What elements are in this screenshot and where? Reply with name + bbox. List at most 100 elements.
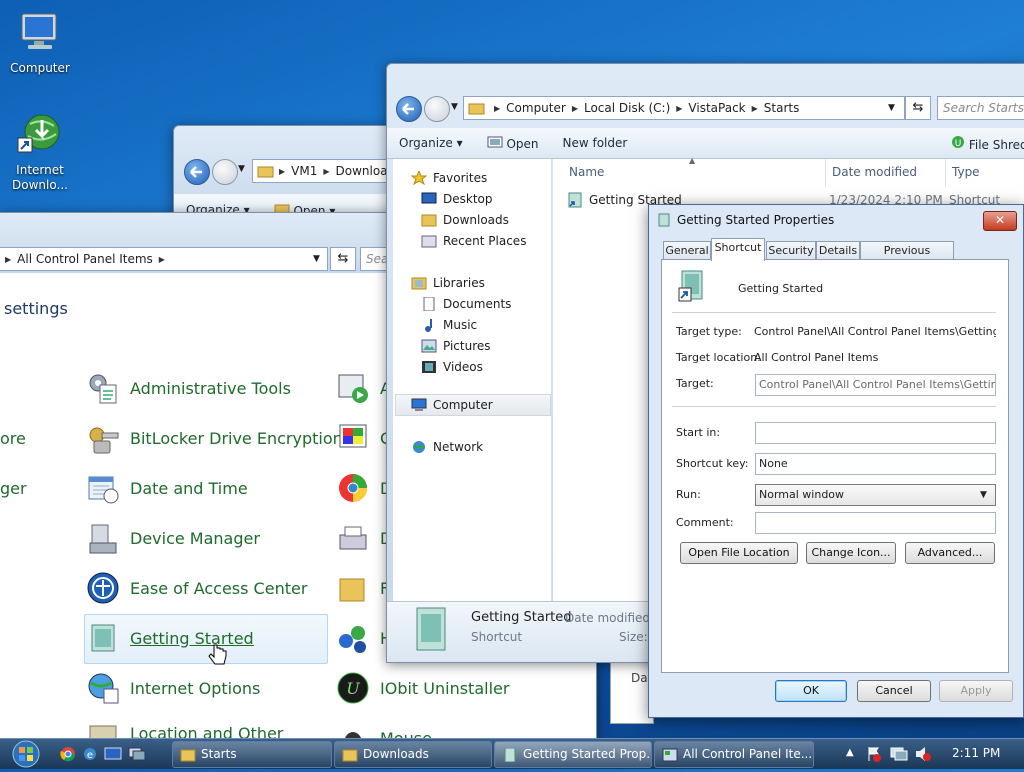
nav-computer[interactable]: Computer bbox=[411, 398, 493, 412]
cp-item-getting-started[interactable]: Getting Started bbox=[86, 621, 254, 655]
column-header-date[interactable]: Date modified bbox=[832, 165, 917, 179]
action-center-flag-icon[interactable] bbox=[866, 746, 882, 762]
desktop-icon-computer[interactable]: Computer bbox=[0, 10, 80, 75]
tab-shortcut[interactable]: Shortcut bbox=[711, 238, 765, 261]
cp-item-date-and-time[interactable]: Date and Time bbox=[86, 471, 248, 505]
cp-item-right-1[interactable]: A bbox=[336, 371, 391, 405]
nav-music[interactable]: Music bbox=[421, 318, 477, 332]
network-status-icon[interactable] bbox=[890, 746, 908, 762]
organize-button[interactable]: Organize ▾ bbox=[399, 136, 463, 150]
show-hidden-icons-icon[interactable]: ▲ bbox=[846, 747, 854, 758]
refresh-button[interactable]: ⇆ bbox=[905, 96, 931, 120]
taskbar-item-control-panel[interactable]: All Control Panel Ite... bbox=[654, 741, 814, 768]
tab-security[interactable]: Security bbox=[766, 241, 816, 260]
clock[interactable]: 2:11 PM bbox=[952, 746, 1000, 760]
nav-pictures[interactable]: Pictures bbox=[421, 339, 491, 353]
apply-button[interactable]: Apply bbox=[939, 680, 1013, 702]
taskbar-item-properties[interactable]: Getting Started Prop... bbox=[494, 741, 652, 768]
chrome-icon[interactable] bbox=[60, 746, 76, 762]
cancel-button[interactable]: Cancel bbox=[857, 680, 931, 702]
nav-documents[interactable]: Documents bbox=[421, 297, 511, 311]
breadcrumb-downloads[interactable]: Downloa bbox=[336, 164, 388, 178]
cp-item-right-5[interactable]: F bbox=[336, 571, 389, 605]
breadcrumb-vm1[interactable]: VM1 bbox=[291, 164, 317, 178]
address-bar[interactable]: ▶ All Control Panel Items ▶ ▼ bbox=[0, 247, 328, 271]
ease-of-access-icon bbox=[87, 572, 119, 604]
location-sensors-icon bbox=[89, 725, 117, 739]
start-button[interactable] bbox=[6, 739, 46, 769]
address-bar[interactable]: ▶ Computer ▶ Local Disk (C:) ▶ VistaPack… bbox=[463, 96, 905, 120]
folder-icon bbox=[468, 103, 485, 115]
cp-item-right-3[interactable]: D bbox=[336, 471, 392, 505]
cp-item-internet-options[interactable]: Internet Options bbox=[86, 671, 260, 705]
column-header-name[interactable]: Name bbox=[569, 165, 604, 179]
pictures-icon bbox=[421, 339, 437, 353]
search-input[interactable]: Search Starts bbox=[937, 96, 1024, 120]
cp-item-ease-of-access[interactable]: Ease of Access Center bbox=[86, 571, 307, 605]
nav-desktop[interactable]: Desktop bbox=[421, 192, 493, 206]
new-folder-button[interactable]: New folder bbox=[563, 136, 628, 150]
partial-item-text[interactable]: ger bbox=[0, 479, 27, 498]
start-in-field[interactable] bbox=[755, 422, 996, 444]
cp-item-administrative-tools[interactable]: Administrative Tools bbox=[86, 371, 291, 405]
tab-details[interactable]: Details bbox=[816, 241, 860, 260]
file-shredder-button[interactable]: U File Shredd bbox=[951, 135, 1024, 152]
forward-button[interactable] bbox=[424, 96, 450, 122]
cp-item-right-6[interactable]: H bbox=[336, 621, 392, 655]
run-select[interactable]: Normal window ▼ bbox=[755, 484, 996, 506]
breadcrumb-all-control-panel-items[interactable]: All Control Panel Items bbox=[17, 252, 153, 266]
open-file-location-button[interactable]: Open File Location bbox=[680, 542, 798, 564]
details-size-label: Size: bbox=[619, 630, 648, 644]
internet-explorer-icon[interactable]: e bbox=[82, 746, 98, 762]
getting-started-icon bbox=[91, 624, 115, 652]
cp-item-bitlocker[interactable]: BitLocker Drive Encryption bbox=[86, 421, 343, 455]
svg-text:U: U bbox=[346, 679, 360, 698]
forward-button[interactable] bbox=[212, 159, 238, 185]
ok-button[interactable]: OK bbox=[775, 680, 847, 702]
close-button[interactable]: ✕ bbox=[983, 211, 1017, 231]
recent-places-icon bbox=[421, 235, 437, 248]
cp-item-location-and-other[interactable]: Location and Other bbox=[86, 716, 283, 739]
breadcrumb-computer[interactable]: Computer bbox=[506, 101, 566, 115]
target-label: Target: bbox=[676, 377, 714, 390]
nav-videos[interactable]: Videos bbox=[421, 360, 483, 374]
switch-windows-icon[interactable] bbox=[128, 746, 146, 762]
tab-general[interactable]: General bbox=[663, 241, 711, 260]
properties-dialog[interactable]: Getting Started Properties ✕ General Sho… bbox=[648, 204, 1024, 718]
show-desktop-icon[interactable] bbox=[104, 746, 122, 762]
chevron-down-icon[interactable]: ▼ bbox=[313, 254, 320, 264]
recent-pages-chevron-icon[interactable]: ▼ bbox=[451, 102, 458, 112]
target-field[interactable]: Control Panel\All Control Panel Items\Ge… bbox=[755, 374, 996, 396]
column-header-type[interactable]: Type bbox=[952, 165, 980, 179]
taskbar-item-downloads[interactable]: Downloads bbox=[334, 741, 492, 768]
partial-item-text[interactable]: ore bbox=[0, 429, 26, 448]
comment-field[interactable] bbox=[755, 512, 996, 534]
close-icon: ✕ bbox=[994, 213, 1006, 227]
nav-downloads[interactable]: Downloads bbox=[421, 213, 509, 227]
open-button[interactable]: Open bbox=[487, 136, 539, 151]
chevron-down-icon[interactable]: ▼ bbox=[238, 164, 245, 174]
chevron-down-icon[interactable]: ▼ bbox=[888, 103, 895, 113]
nav-network[interactable]: Network bbox=[411, 440, 483, 454]
breadcrumb-starts[interactable]: Starts bbox=[764, 101, 800, 115]
tab-previous-versions[interactable]: Previous Versions bbox=[860, 241, 954, 275]
desktop-icon-internet-download-manager[interactable]: Internet Downlo... bbox=[0, 112, 80, 193]
nav-favorites[interactable]: Favorites bbox=[411, 171, 487, 185]
advanced-button[interactable]: Advanced... bbox=[905, 542, 995, 564]
volume-muted-icon[interactable] bbox=[914, 746, 932, 762]
cp-item-iobit-uninstaller[interactable]: U IObit Uninstaller bbox=[336, 671, 509, 705]
cp-item-device-manager[interactable]: Device Manager bbox=[86, 521, 260, 555]
nav-libraries[interactable]: Libraries bbox=[411, 276, 485, 290]
change-icon-button[interactable]: Change Icon... bbox=[806, 542, 896, 564]
breadcrumb-vistapack[interactable]: VistaPack bbox=[688, 101, 745, 115]
back-button[interactable] bbox=[396, 96, 422, 122]
refresh-button[interactable]: ⇆ bbox=[330, 247, 356, 271]
breadcrumb-local-disk[interactable]: Local Disk (C:) bbox=[584, 101, 670, 115]
shortcut-key-field[interactable]: None bbox=[755, 453, 996, 475]
cp-item-right-4[interactable]: D bbox=[336, 521, 392, 555]
nav-recent-places[interactable]: Recent Places bbox=[421, 234, 526, 248]
cp-item-right-2[interactable]: C bbox=[336, 421, 391, 455]
taskbar-item-starts[interactable]: Starts bbox=[172, 741, 332, 768]
documents-icon bbox=[423, 297, 435, 311]
back-button[interactable] bbox=[184, 159, 210, 185]
